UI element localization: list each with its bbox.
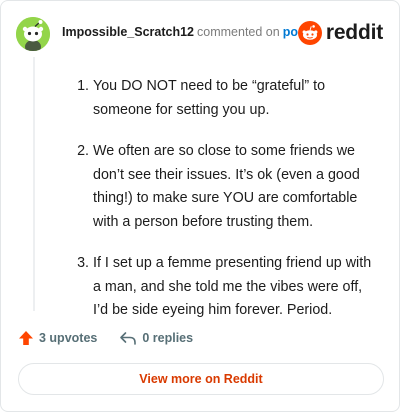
upvote-button[interactable]: 3 upvotes [18,330,97,346]
reply-count: 0 replies [142,331,194,345]
user-avatar[interactable] [16,17,50,51]
thread-line [33,57,35,311]
upvote-arrow-icon [19,331,33,345]
list-item: You DO NOT need to be “grateful” to some… [93,75,381,122]
list-item: If I set up a femme presenting friend up… [93,252,381,323]
comment-body: You DO NOT need to be “grateful” to some… [63,75,381,341]
list-item: We often are so close to some friends we… [93,140,381,234]
reddit-wordmark: reddit [325,21,383,44]
comment-actions: 3 upvotes 0 replies [18,330,193,346]
reply-arrow-icon [120,332,137,345]
reddit-brand[interactable]: reddit [297,21,383,45]
reply-button[interactable]: 0 replies [119,330,193,346]
commented-on-text: commented on [197,25,280,39]
comment-list: You DO NOT need to be “grateful” to some… [63,75,381,323]
username-link[interactable]: Impossible_Scratch12 [62,25,194,39]
comment-meta: Impossible_Scratch12 commented on post [62,25,309,39]
reddit-logo-icon [297,21,322,45]
upvote-count: 3 upvotes [39,331,98,345]
comment-header [16,17,50,51]
reddit-comment-embed: Impossible_Scratch12 commented on post red… [0,0,400,412]
view-more-button[interactable]: View more on Reddit [18,363,384,395]
snoo-avatar-icon [16,17,50,51]
